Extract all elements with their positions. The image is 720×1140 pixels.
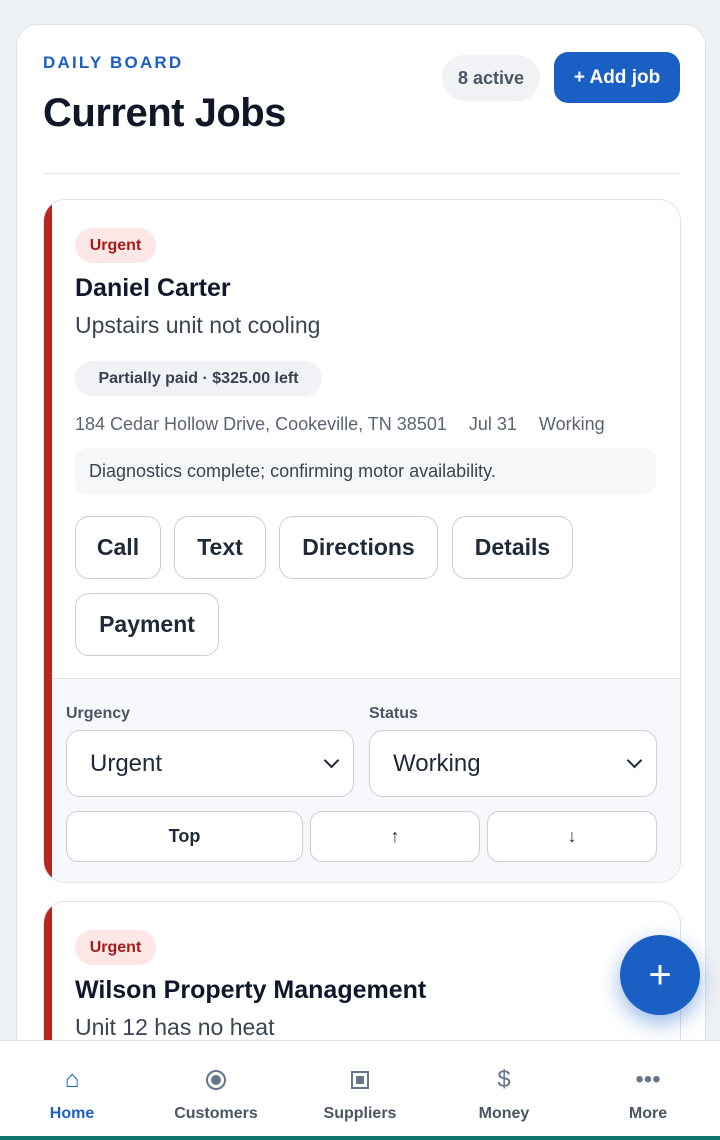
nav-label: More — [628, 1105, 668, 1122]
job-card: Urgent Daniel Carter Upstairs unit not c… — [43, 199, 681, 883]
jobs-panel: DAILY BOARD Current Jobs 8 active + Add … — [16, 24, 706, 1140]
job-issue: Upstairs unit not cooling — [75, 312, 321, 338]
text-button[interactable]: Text — [174, 516, 266, 579]
nav-item-more[interactable]: ••• More — [576, 1041, 720, 1140]
chevron-down-icon — [626, 752, 643, 769]
home-icon: ⌂ — [64, 1066, 80, 1093]
customers-icon — [206, 1065, 226, 1095]
more-icon: ••• — [635, 1066, 661, 1093]
urgency-badge: Urgent — [75, 930, 156, 965]
nav-item-home[interactable]: ⌂ Home — [0, 1041, 144, 1140]
chevron-down-icon — [323, 752, 340, 769]
job-address: 184 Cedar Hollow Drive, Cookeville, TN 3… — [75, 414, 447, 434]
add-fab-button[interactable]: + — [620, 935, 700, 1015]
suppliers-icon — [351, 1065, 369, 1095]
dollar-icon: $ — [497, 1066, 511, 1093]
header-divider — [43, 173, 681, 174]
job-meta: 184 Cedar Hollow Drive, Cookeville, TN 3… — [75, 414, 605, 435]
job-issue: Unit 12 has no heat — [75, 1014, 275, 1040]
add-job-button[interactable]: + Add job — [554, 52, 680, 103]
nav-item-customers[interactable]: Customers — [144, 1041, 288, 1140]
move-down-button[interactable]: ↓ — [487, 811, 657, 862]
nav-label: Home — [49, 1105, 95, 1122]
customer-name: Daniel Carter — [75, 274, 231, 302]
status-select-value: Working — [393, 749, 481, 777]
job-controls: Urgency Status Urgent Working Top ↑ ↓ — [52, 678, 680, 882]
customer-name: Wilson Property Management — [75, 976, 427, 1004]
directions-button[interactable]: Directions — [279, 516, 438, 579]
urgency-badge: Urgent — [75, 228, 156, 263]
job-note: Diagnostics complete; confirming motor a… — [75, 448, 656, 494]
plus-icon: + — [648, 953, 672, 997]
payment-button[interactable]: Payment — [75, 593, 219, 656]
nav-item-suppliers[interactable]: Suppliers — [288, 1041, 432, 1140]
job-date: Jul 31 — [468, 414, 517, 434]
urgency-select[interactable]: Urgent — [66, 730, 354, 797]
details-button[interactable]: Details — [452, 516, 573, 579]
move-up-button[interactable]: ↑ — [310, 811, 480, 862]
job-status-text: Working — [538, 414, 605, 434]
page-title: Current Jobs — [43, 91, 286, 135]
urgency-accent-bar — [44, 200, 52, 882]
status-label: Status — [369, 705, 418, 722]
nav-item-money[interactable]: $ Money — [432, 1041, 576, 1140]
move-top-button[interactable]: Top — [66, 811, 303, 862]
urgency-label: Urgency — [66, 705, 131, 722]
nav-label: Suppliers — [323, 1105, 397, 1122]
urgency-select-value: Urgent — [90, 749, 163, 777]
bottom-nav: ⌂ Home Customers Suppliers $ Money ••• M… — [0, 1040, 720, 1140]
status-select[interactable]: Working — [369, 730, 657, 797]
screen-edge — [0, 1136, 720, 1140]
nav-label: Money — [478, 1105, 530, 1122]
call-button[interactable]: Call — [75, 516, 161, 579]
board-eyebrow: DAILY BOARD — [43, 53, 184, 72]
nav-label: Customers — [174, 1105, 258, 1122]
active-count-badge: 8 active — [442, 55, 540, 101]
payment-status-badge: Partially paid · $325.00 left — [75, 361, 322, 396]
